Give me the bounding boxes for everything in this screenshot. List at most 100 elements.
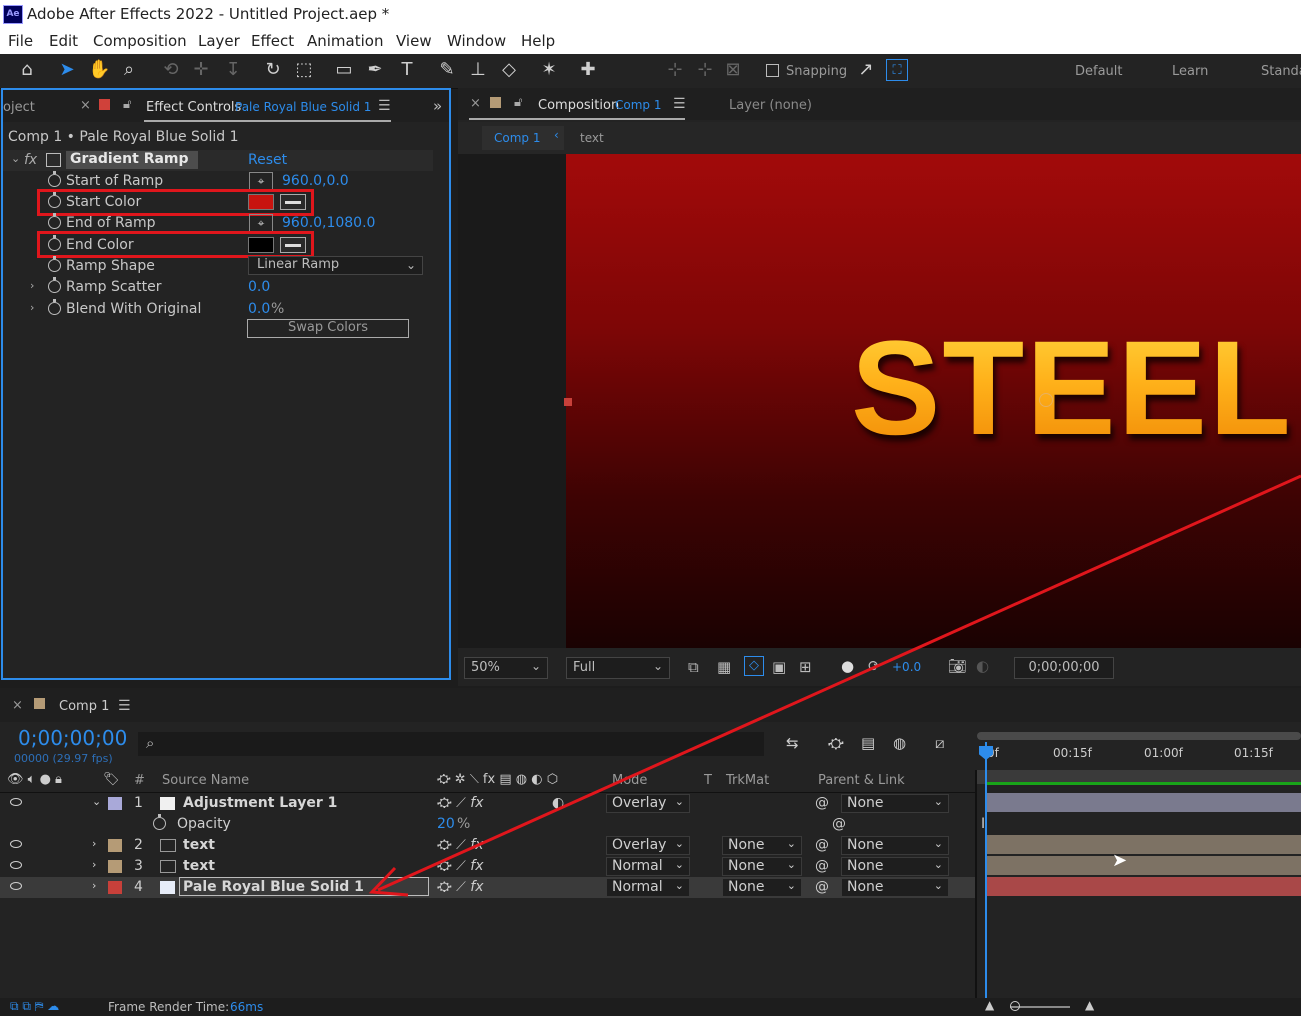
visibility-eye-icon[interactable]	[10, 798, 22, 806]
reset-button[interactable]: Reset	[248, 152, 287, 168]
selection-tool-icon[interactable]: ➤	[56, 59, 78, 81]
rotate-tool-icon[interactable]: ↻	[262, 59, 284, 81]
end-of-ramp-y[interactable]: ,1080.0	[322, 215, 375, 231]
adjustment-switch-icon[interactable]: ◐	[552, 795, 564, 811]
align-local-axis-icon[interactable]: ⊹	[664, 59, 686, 81]
layer-switches[interactable]: ⛮ ⟋ fx	[437, 795, 484, 811]
color-channels-icon[interactable]: ●	[841, 657, 854, 675]
start-of-ramp-y[interactable]: ,0.0	[322, 173, 349, 189]
snap-features-icon[interactable]: ⛶	[886, 59, 908, 81]
brush-tool-icon[interactable]: ✎	[436, 59, 458, 81]
layer-switches[interactable]: ⛮ ⟋ fx	[437, 879, 484, 895]
parent-dropdown[interactable]: None ⌄	[841, 794, 949, 813]
timeline-zoom-slider[interactable]	[1010, 1001, 1070, 1011]
slider-thumb[interactable]	[1010, 1001, 1020, 1011]
ramp-shape-dropdown[interactable]: Linear Ramp ⌄	[248, 256, 423, 275]
layer-name[interactable]: text	[183, 858, 215, 874]
expand-chevron-icon[interactable]: ›	[92, 879, 96, 892]
region-of-interest-icon[interactable]: ▣	[772, 658, 786, 676]
layer-switches[interactable]: ⛮ ⟋ fx	[437, 837, 484, 853]
menu-effect[interactable]: Effect	[251, 32, 294, 50]
visibility-eye-icon[interactable]	[10, 861, 22, 869]
layer-label-color[interactable]	[108, 881, 122, 894]
parent-dropdown[interactable]: None ⌄	[841, 857, 949, 876]
snapshot-camera-icon[interactable]: 📷︎	[948, 657, 967, 675]
pan-behind-tool-icon[interactable]: ⬚	[293, 59, 315, 81]
current-time[interactable]: 0;00;00;00	[18, 726, 127, 750]
collapse-chevron-icon[interactable]: ⌄	[11, 152, 20, 165]
orbit-camera-icon[interactable]: ⟲	[160, 59, 182, 81]
layer-bar-2[interactable]	[987, 835, 1301, 854]
layer-label-color[interactable]	[108, 797, 122, 810]
expand-chevron-icon[interactable]: ›	[30, 301, 34, 314]
panel-menu-icon[interactable]: ☰	[118, 698, 131, 714]
layer-bar-4[interactable]	[987, 877, 1301, 896]
stopwatch-icon[interactable]	[48, 213, 61, 229]
composition-mini-flowchart-icon[interactable]: ⇆	[786, 734, 799, 752]
roto-brush-tool-icon[interactable]: ✶	[538, 59, 560, 81]
blend-value[interactable]: 0.0	[248, 301, 270, 317]
home-icon[interactable]: ⌂	[16, 59, 38, 81]
tab-effect-controls[interactable]: Effect Controls	[146, 100, 241, 115]
close-icon[interactable]: ×	[80, 98, 91, 113]
effect-name[interactable]: Gradient Ramp	[66, 151, 198, 169]
opacity-value[interactable]: 20	[437, 816, 455, 832]
collapse-chevron-icon[interactable]: ⌄	[92, 795, 101, 808]
show-snapshot-icon[interactable]: ◐	[976, 657, 989, 675]
layer-handle[interactable]	[564, 398, 572, 406]
start-of-ramp-x[interactable]: 960.0	[282, 173, 322, 189]
grid-guides-icon[interactable]: ⊞	[799, 658, 812, 676]
tab-composition-name[interactable]: Comp 1	[615, 98, 661, 112]
panel-menu-icon[interactable]: ☰	[673, 96, 686, 112]
end-of-ramp-x[interactable]: 960.0	[282, 215, 322, 231]
frame-blending-icon[interactable]: ▤	[861, 734, 875, 752]
zoom-out-icon[interactable]: ▲	[985, 998, 994, 1012]
composition-canvas[interactable]: STEEL	[566, 154, 1301, 648]
steel-text[interactable]: STEEL	[851, 322, 1293, 456]
close-icon[interactable]: ×	[12, 698, 23, 713]
layer-switches[interactable]: ⛮ ⟋ fx	[437, 858, 484, 874]
expand-chevron-icon[interactable]: ›	[92, 837, 96, 850]
expand-chevron-icon[interactable]: ›	[30, 279, 34, 292]
menu-layer[interactable]: Layer	[198, 32, 240, 50]
zoom-in-icon[interactable]: ▲	[1085, 998, 1094, 1012]
menu-file[interactable]: File	[8, 32, 33, 50]
stopwatch-icon[interactable]	[153, 814, 166, 830]
pick-whip-icon[interactable]: @	[815, 795, 829, 811]
trkmat-dropdown[interactable]: None ⌄	[722, 857, 802, 876]
layer-mode-dropdown[interactable]: Normal ⌄	[606, 857, 690, 876]
ramp-scatter-value[interactable]: 0.0	[248, 279, 270, 295]
pen-tool-icon[interactable]: ✒	[364, 59, 386, 81]
panel-menu-icon[interactable]: ☰	[378, 98, 391, 114]
clone-stamp-tool-icon[interactable]: ⊥	[467, 59, 489, 81]
snapping-checkbox[interactable]	[766, 64, 779, 77]
pick-whip-icon[interactable]: @	[815, 879, 829, 895]
puppet-pin-tool-icon[interactable]: ✚	[577, 59, 599, 81]
subtab-comp1[interactable]: Comp 1 ‹	[482, 126, 564, 150]
layer-name[interactable]: text	[183, 837, 215, 853]
anchor-point-icon[interactable]	[1039, 393, 1053, 407]
tab-timeline-comp[interactable]: Comp 1	[59, 699, 109, 714]
workspace-learn[interactable]: Learn	[1172, 64, 1208, 79]
pick-whip-icon[interactable]: @	[815, 858, 829, 874]
comp-timecode[interactable]: 0;00;00;00	[1014, 657, 1114, 679]
layer-search-input[interactable]: ⌕	[138, 732, 764, 756]
parent-dropdown[interactable]: None ⌄	[841, 836, 949, 855]
zoom-tool-icon[interactable]: ⌕	[118, 59, 140, 81]
graph-editor-icon[interactable]: ⧄	[935, 734, 945, 752]
zoom-dropdown[interactable]: 50% ⌄	[464, 657, 548, 679]
visibility-eye-icon[interactable]	[10, 882, 22, 890]
trkmat-dropdown[interactable]: None ⌄	[722, 878, 802, 897]
layer-bar-1[interactable]	[987, 793, 1301, 812]
layer-row-2[interactable]: › 2 text ⛮ ⟋ fx Overlay ⌄ None ⌄ @ None …	[0, 835, 975, 856]
menu-composition[interactable]: Composition	[93, 32, 187, 50]
subtab-text[interactable]: text	[580, 131, 604, 145]
trkmat-dropdown[interactable]: None ⌄	[722, 836, 802, 855]
transparency-grid-icon[interactable]: ▦	[717, 658, 731, 676]
layer-name[interactable]: Pale Royal Blue Solid 1	[183, 879, 364, 895]
expand-chevron-icon[interactable]: ›	[92, 858, 96, 871]
lock-icon[interactable]: 🔓︎	[514, 95, 522, 110]
workspace-standard[interactable]: Standa	[1261, 64, 1301, 79]
visibility-eye-icon[interactable]	[10, 840, 22, 848]
pick-whip-icon[interactable]: @	[832, 816, 846, 832]
